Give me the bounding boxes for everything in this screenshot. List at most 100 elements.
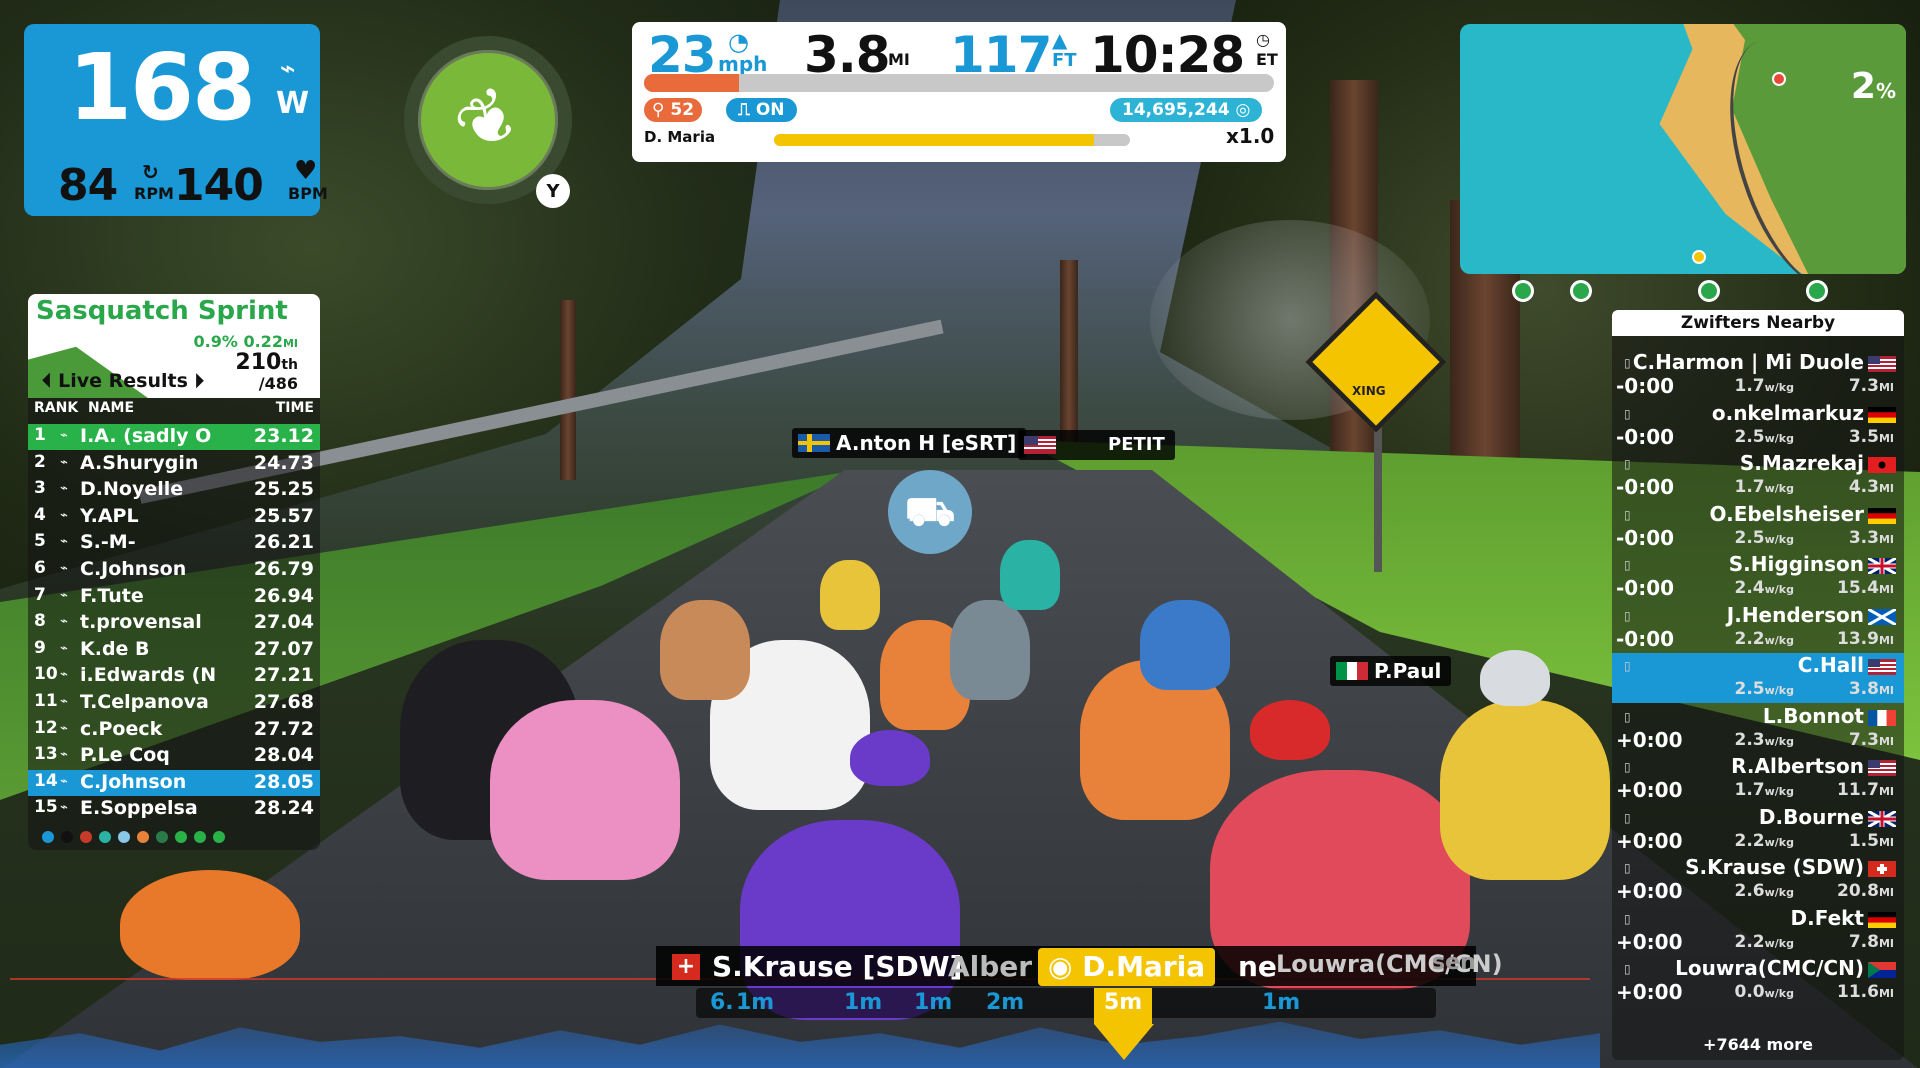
- chevron-left-icon[interactable]: ⏴: [42, 370, 52, 392]
- tree-trunk: [560, 300, 576, 480]
- nearby-row[interactable]: ▯ +0:00 L.Bonnot 2.3w/kg 7.3MI: [1612, 704, 1904, 754]
- helmet: [850, 730, 930, 786]
- nearby-name: L.Bonnot: [1762, 703, 1864, 728]
- leaderboard-header: Sasquatch Sprint 0.9% 0.22MI 210th /486 …: [28, 294, 320, 398]
- cadence-pill-value: 52: [670, 100, 695, 120]
- nearby-row[interactable]: ▯ +0:00 S.Krause (SDW) 2.6w/kg 20.8MI: [1612, 855, 1904, 905]
- power-icon: ⌁: [60, 747, 68, 763]
- route-progress: [644, 74, 1274, 92]
- strip-rider-name[interactable]: Alber: [948, 950, 1032, 983]
- nearby-more[interactable]: +7644 more: [1612, 1035, 1904, 1054]
- mi-value: 11.6: [1837, 982, 1879, 1002]
- leaderboard-row: 15 ⌁ E.Soppelsa 28.24: [28, 796, 320, 822]
- live-results-toggle[interactable]: ⏴ Live Results ⏵: [42, 370, 204, 392]
- strip-rider-name[interactable]: ne: [1238, 950, 1277, 983]
- power-icon: ⌁: [60, 428, 68, 443]
- strip-rider-name[interactable]: S.Krause [SDW]: [712, 950, 962, 983]
- flag-za-icon: [1868, 962, 1896, 978]
- level-progress-fill: [774, 134, 1095, 146]
- pager-dot[interactable]: [137, 831, 149, 843]
- mi-unit: MI: [1878, 532, 1894, 546]
- chevron-right-icon[interactable]: ⏵: [195, 370, 205, 392]
- rider-strip: + S.Krause [SDW] Alber ◉ D.Maria ne Louw…: [656, 946, 1503, 1026]
- mi-value: 7.8: [1848, 931, 1879, 952]
- wkg-unit: w/kg: [1764, 633, 1794, 647]
- pager-dot[interactable]: [156, 831, 168, 843]
- rider-nametag[interactable]: P.Paul: [1330, 656, 1452, 686]
- nearby-wkg: 2.2w/kg: [1735, 629, 1795, 649]
- pager-dot[interactable]: [175, 831, 187, 843]
- nearby-row[interactable]: ▯ -0:00 o.nkelmarkuz 2.5w/kg 3.5MI: [1612, 401, 1904, 451]
- nearby-wkg: 2.5w/kg: [1735, 679, 1795, 699]
- row-time: 28.05: [253, 770, 314, 793]
- position-suffix: th: [281, 357, 298, 373]
- wkg-value: 2.2: [1734, 931, 1765, 952]
- powerup-key[interactable]: Y: [536, 174, 570, 208]
- power-icon: ⌁: [60, 454, 68, 470]
- leaderboard-row: 9 ⌁ K.de B 27.07: [28, 637, 320, 663]
- mi-unit: MI: [1878, 431, 1894, 445]
- flag-us-icon: [1868, 356, 1896, 372]
- heart-icon: ♥: [294, 156, 318, 186]
- segment-gradient: 0.9%: [193, 332, 238, 351]
- clock-icon: ◷: [1256, 30, 1270, 49]
- minimap[interactable]: 2%: [1460, 24, 1906, 274]
- nearby-row[interactable]: ▯ +0:00 R.Albertson 1.7w/kg 11.7MI: [1612, 754, 1904, 804]
- pager-dot[interactable]: [194, 831, 206, 843]
- device-icon: ▯: [1624, 962, 1631, 976]
- segment-distance: 0.22: [243, 332, 283, 351]
- mi-value: 4.3: [1848, 477, 1879, 497]
- nearby-distance: 13.9MI: [1837, 629, 1894, 649]
- xp-pill: 14,695,244 ◎: [1110, 98, 1263, 122]
- leaderboard-pager[interactable]: [42, 828, 232, 843]
- row-name: Y.APL: [80, 504, 139, 527]
- leaderboard-row: 1 ⌁ I.A. (sadly O 23.12: [28, 424, 320, 450]
- nearby-row[interactable]: ▯ C.Hall 2.5w/kg 3.8MI: [1612, 653, 1904, 703]
- power-icon: ⌁: [60, 640, 68, 656]
- pager-dot[interactable]: [118, 831, 130, 843]
- pager-dot[interactable]: [99, 831, 111, 843]
- nearby-wkg: 2.4w/kg: [1735, 578, 1795, 598]
- device-icon: ▯: [1624, 810, 1631, 825]
- nearby-gap: +0:00: [1616, 980, 1683, 1004]
- truck-icon: ⛟: [888, 470, 972, 554]
- row-rank: 7: [34, 584, 46, 605]
- flag-gb-icon: [1868, 810, 1896, 827]
- row-rank: 9: [34, 637, 46, 658]
- leaderboard-row: 2 ⌁ A.Shurygin 24.73: [28, 451, 320, 477]
- nearby-row[interactable]: ▯ -0:00 O.Ebelsheiser 2.5w/kg 3.3MI: [1612, 502, 1904, 552]
- leaderboard-row: 13 ⌁ P.Le Coq 28.04: [28, 743, 320, 769]
- nearby-distance: 11.7MI: [1837, 780, 1894, 800]
- pager-dot[interactable]: [213, 831, 225, 843]
- segment-position: 210th: [235, 350, 298, 375]
- mi-value: 3.3: [1848, 527, 1879, 548]
- device-icon: ▯: [1624, 608, 1631, 623]
- nearby-gap: -0:00: [1616, 374, 1675, 398]
- nearby-row[interactable]: ▯ +0:00 D.Fekt 2.2w/kg 7.8MI: [1612, 906, 1904, 956]
- nearby-row[interactable]: ▯ +0:00 Louwra(CMC/CN) 0.0w/kg 11.6MI: [1612, 956, 1904, 1006]
- rider-nametag[interactable]: PETIT: [1018, 430, 1175, 460]
- rider-nametag[interactable]: A.nton H [eSRT]: [792, 428, 1027, 458]
- steering-icon: ⎍: [738, 100, 756, 120]
- wkg-value: 1.7: [1734, 477, 1765, 497]
- nearby-row[interactable]: ▯ +0:00 D.Bourne 2.2w/kg 1.5MI: [1612, 805, 1904, 855]
- nearby-distance: 7.3MI: [1849, 730, 1894, 750]
- xp-multiplier: x1.0: [1226, 124, 1275, 148]
- nearby-row[interactable]: ▯ -0:00 S.Higginson 2.4w/kg 15.4MI: [1612, 552, 1904, 602]
- rider-strip-distances: 6. 1m 1m 1m 2m 5m 1m: [696, 988, 1436, 1024]
- nearby-wkg: 2.6w/kg: [1735, 881, 1795, 901]
- cadence-icon: ↻: [142, 160, 159, 184]
- pager-dot[interactable]: [61, 831, 73, 843]
- nearby-row[interactable]: ▯ -0:00 C.Harmon | Mi Duole 1.7w/kg 7.3MI: [1612, 350, 1904, 400]
- power-icon: ⌁: [60, 720, 68, 736]
- speed-unit: mph: [718, 52, 768, 76]
- pager-dot[interactable]: [80, 831, 92, 843]
- nearby-row[interactable]: ▯ -0:00 S.Mazrekaj 1.7w/kg 4.3MI: [1612, 451, 1904, 501]
- heart-rate-value: 140: [174, 160, 264, 211]
- strip-rider-name[interactable]: sen: [1432, 950, 1476, 975]
- row-name: i.Edwards (N: [80, 664, 217, 687]
- nearby-row[interactable]: ▯ -0:00 J.Henderson 2.2w/kg 13.9MI: [1612, 603, 1904, 653]
- strip-self-gap: 5m: [1094, 988, 1153, 1024]
- pager-dot[interactable]: [42, 831, 54, 843]
- row-name: D.Noyelle: [80, 478, 184, 501]
